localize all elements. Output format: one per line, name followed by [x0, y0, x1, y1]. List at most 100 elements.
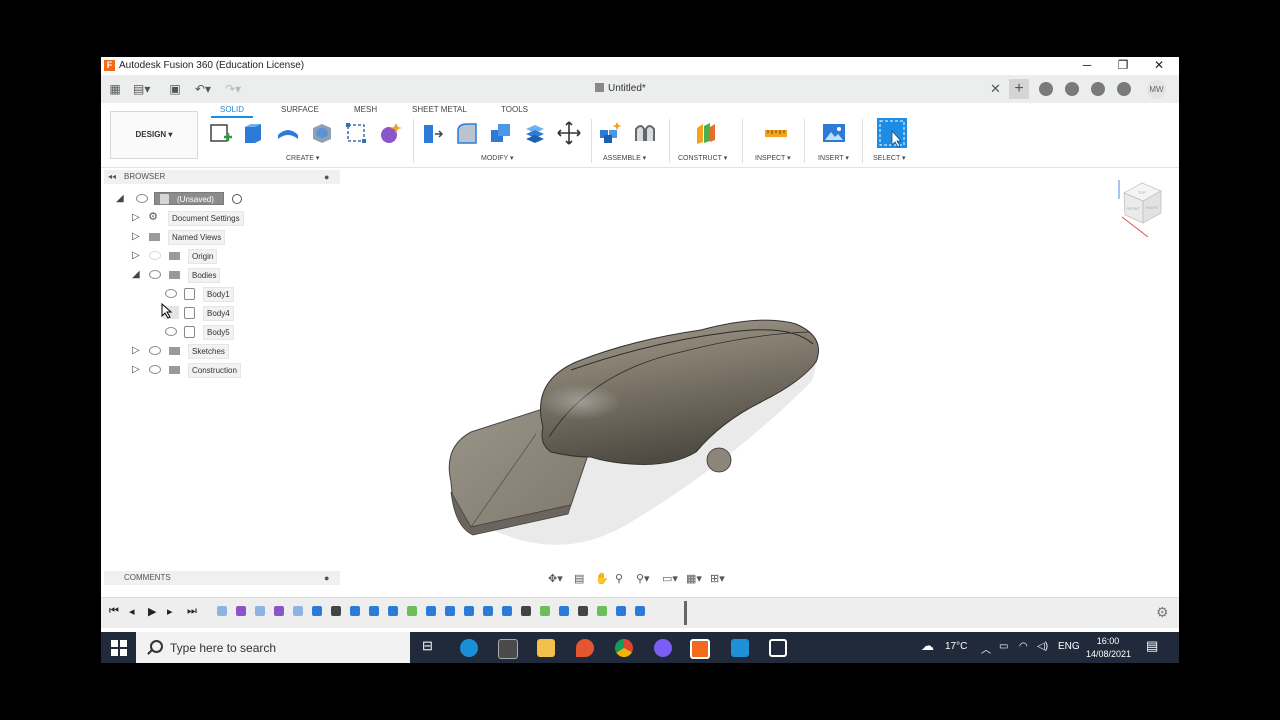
tray-chevron-icon[interactable]: ︿ — [981, 641, 991, 656]
taskbar-clock[interactable]: 16:00 14/08/2021 — [1086, 635, 1131, 661]
data-panel-grid-icon[interactable]: ▦ — [107, 81, 123, 97]
user-avatar[interactable]: MW — [1147, 80, 1166, 99]
redo-icon[interactable]: ↷▾ — [225, 81, 241, 97]
timeline-feature-icon[interactable] — [502, 606, 512, 616]
timeline-feature-icon[interactable] — [578, 606, 588, 616]
browser-pin-icon[interactable]: ● — [324, 172, 329, 182]
timeline-settings-gear-icon[interactable]: ⚙ — [1156, 604, 1169, 621]
wifi-icon[interactable]: ◠ — [1019, 641, 1028, 652]
timeline-feature-icon[interactable] — [388, 606, 398, 616]
timeline-feature-icon[interactable] — [274, 606, 284, 616]
expand-triangle-icon[interactable]: ▷ — [132, 212, 140, 223]
expand-triangle-icon[interactable]: ▷ — [132, 250, 140, 261]
timeline-marker[interactable] — [684, 601, 687, 625]
look-at-icon[interactable]: ▤ — [574, 572, 584, 585]
timeline-feature-icon[interactable] — [217, 606, 227, 616]
save-icon[interactable]: ▣ — [167, 81, 183, 97]
display-settings-icon[interactable]: ▭▾ — [662, 572, 678, 585]
orbit-icon[interactable]: ✥▾ — [548, 572, 563, 585]
tree-item-body4[interactable]: Body4 — [161, 303, 283, 321]
move-copy-icon[interactable] — [557, 121, 581, 145]
select-icon[interactable] — [877, 118, 907, 148]
tab-tools[interactable]: TOOLS — [501, 105, 528, 114]
undo-icon[interactable]: ↶▾ — [195, 81, 211, 97]
view-cube[interactable]: TOP FRONT RIGHT — [1118, 179, 1166, 241]
create-form-icon[interactable] — [378, 121, 402, 145]
modify-menu[interactable]: MODIFY ▾ — [481, 154, 514, 162]
timeline-feature-icon[interactable] — [483, 606, 493, 616]
expand-triangle-icon[interactable]: ▷ — [132, 231, 140, 242]
timeline-feature-icon[interactable] — [597, 606, 607, 616]
timeline-feature-icon[interactable] — [464, 606, 474, 616]
viewports-icon[interactable]: ⊞▾ — [710, 572, 725, 585]
notifications-icon[interactable] — [1091, 82, 1105, 96]
tab-mesh[interactable]: MESH — [354, 105, 377, 114]
measure-icon[interactable] — [764, 121, 788, 145]
timeline-next-icon[interactable]: ▸ — [167, 605, 173, 618]
new-tab-button[interactable]: + — [1009, 79, 1029, 99]
revolve-icon[interactable] — [276, 121, 300, 145]
assemble-menu[interactable]: ASSEMBLE ▾ — [603, 154, 646, 162]
volume-icon[interactable]: ◁) — [1037, 641, 1048, 652]
tab-sheet-metal[interactable]: SHEET METAL — [412, 105, 467, 114]
combine-icon[interactable] — [489, 121, 513, 145]
new-component-icon[interactable] — [598, 121, 622, 145]
minimize-button[interactable]: ─ — [1069, 57, 1105, 75]
timeline-start-icon[interactable]: ⏮ — [109, 605, 119, 618]
timeline-end-icon[interactable]: ⏭ — [187, 605, 197, 618]
grid-settings-icon[interactable]: ▦▾ — [686, 572, 702, 585]
cortana-app-icon[interactable] — [731, 639, 749, 657]
expand-triangle-icon[interactable]: ▷ — [132, 345, 140, 356]
select-menu[interactable]: SELECT ▾ — [873, 154, 906, 162]
messenger-icon[interactable] — [654, 639, 672, 657]
shell-icon[interactable] — [310, 121, 334, 145]
fillet-icon[interactable] — [455, 121, 479, 145]
battery-icon[interactable]: ▭ — [999, 641, 1008, 652]
comments-pin-icon[interactable]: ● — [324, 573, 329, 583]
visibility-eye-icon[interactable] — [136, 194, 148, 203]
timeline-previous-icon[interactable]: ◂ — [129, 605, 135, 618]
file-explorer-icon[interactable] — [537, 639, 555, 657]
timeline-feature-icon[interactable] — [540, 606, 550, 616]
fusion360-taskbar-icon[interactable] — [690, 639, 710, 659]
visibility-eye-icon[interactable] — [149, 270, 161, 279]
tree-item-origin[interactable]: ▷ Origin — [132, 249, 282, 264]
close-button[interactable]: ✕ — [1141, 57, 1177, 75]
activate-radio-icon[interactable] — [232, 194, 242, 204]
tree-root[interactable]: ◢ (Unsaved) — [116, 192, 256, 207]
form-edit-icon[interactable] — [344, 121, 368, 145]
file-menu-icon[interactable]: ▤▾ — [133, 81, 150, 97]
timeline-feature-icon[interactable] — [369, 606, 379, 616]
timeline-feature-icon[interactable] — [331, 606, 341, 616]
snip-tool-icon[interactable] — [769, 639, 787, 657]
chrome-icon[interactable] — [615, 639, 633, 657]
timeline-feature-icon[interactable] — [255, 606, 265, 616]
visibility-eye-icon[interactable] — [165, 289, 177, 298]
tree-item-construction[interactable]: ▷ Construction — [132, 363, 282, 378]
hidden-eye-icon[interactable] — [149, 251, 161, 260]
expand-triangle-icon[interactable]: ▷ — [132, 364, 140, 375]
timeline-feature-icon[interactable] — [445, 606, 455, 616]
windows-start-icon[interactable] — [111, 640, 127, 656]
store-icon[interactable] — [498, 639, 518, 659]
job-status-icon[interactable] — [1065, 82, 1079, 96]
paint-app-icon[interactable] — [576, 639, 594, 657]
model-viewport[interactable] — [431, 252, 831, 552]
tree-item-bodies[interactable]: ◢ Bodies — [132, 268, 282, 283]
tree-item-sketches[interactable]: ▷ Sketches — [132, 344, 282, 359]
timeline-feature-icon[interactable] — [236, 606, 246, 616]
browser-panel-header[interactable]: ◂◂ BROWSER ● — [104, 170, 340, 184]
timeline-feature-icon[interactable] — [293, 606, 303, 616]
insert-menu[interactable]: INSERT ▾ — [818, 154, 849, 162]
extensions-icon[interactable] — [1039, 82, 1053, 96]
maximize-button[interactable]: ❐ — [1105, 57, 1141, 75]
offset-faces-icon[interactable] — [523, 121, 547, 145]
timeline-feature-icon[interactable] — [312, 606, 322, 616]
zoom-icon[interactable]: ⚲ — [615, 572, 623, 585]
collapse-triangle-icon[interactable]: ◢ — [116, 193, 124, 204]
language-indicator[interactable]: ENG — [1058, 641, 1080, 652]
close-tab-icon[interactable]: ✕ — [990, 81, 1001, 97]
timeline-feature-icon[interactable] — [426, 606, 436, 616]
fit-icon[interactable]: ⚲▾ — [636, 572, 650, 585]
timeline-feature-icon[interactable] — [521, 606, 531, 616]
